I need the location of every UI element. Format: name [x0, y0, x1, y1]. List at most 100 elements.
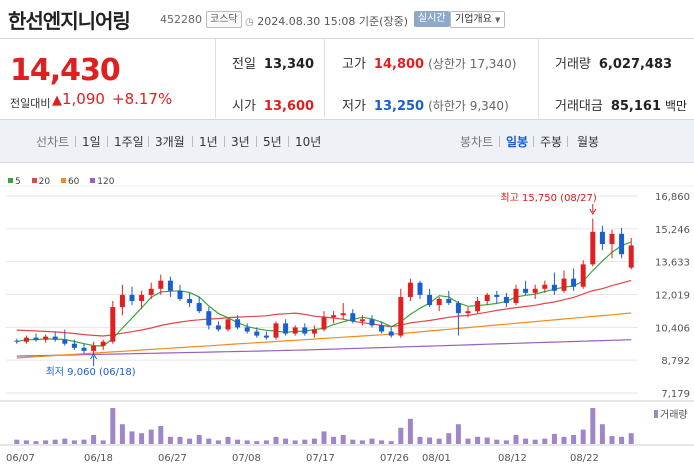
candle-body — [292, 327, 298, 334]
x-tick-label: 08/22 — [570, 453, 599, 464]
volume-bar — [350, 439, 356, 444]
candle-body — [369, 319, 375, 326]
volume-bar — [110, 408, 116, 444]
volume-bar — [628, 433, 634, 444]
candle-body — [609, 233, 615, 245]
volume-bar — [427, 437, 433, 444]
candlestick-chart[interactable]: 16,860 15,246 13,633 12,019 10,406 8,792 7,179… — [0, 0, 694, 473]
volume-bar — [446, 433, 452, 444]
volume-bar — [62, 438, 68, 444]
volume-bar — [254, 441, 260, 444]
volume-bar — [590, 408, 596, 444]
volume-bar — [119, 424, 125, 444]
candle-body — [379, 325, 385, 332]
volume-bar — [523, 438, 529, 444]
chart-grid — [0, 185, 694, 446]
volume-bar — [206, 438, 212, 444]
candle-body — [100, 341, 106, 346]
candle-body — [81, 347, 87, 351]
candle-body — [417, 282, 423, 295]
volume-bar — [599, 424, 605, 444]
x-tick-label: 07/26 — [380, 453, 409, 464]
volume-bar — [436, 438, 442, 444]
low-annotation: 최저 9,060 (06/18) — [46, 366, 136, 378]
candle-body — [340, 313, 346, 316]
volume-bar — [177, 436, 183, 444]
volume-bar — [379, 440, 385, 444]
volume-bar — [331, 436, 337, 444]
candle-body — [551, 284, 557, 291]
candle-body — [52, 336, 58, 340]
candle-body — [177, 290, 183, 299]
candle-body — [263, 335, 269, 338]
candle-body — [590, 231, 596, 265]
candle-body — [561, 278, 567, 291]
candle-body — [167, 280, 173, 291]
high-annotation: 최고 15,750 (08/27) — [500, 192, 596, 204]
volume-bar — [100, 440, 106, 444]
volume-bar — [503, 440, 509, 444]
volume-legend-label: 거래량 — [660, 409, 688, 421]
candle-body — [62, 339, 68, 344]
y-tick-label: 13,633 — [655, 258, 690, 269]
candle-body — [215, 325, 221, 330]
volume-bar — [158, 426, 164, 444]
volume-bar — [292, 440, 298, 444]
candle-body — [513, 288, 519, 304]
candle-body — [302, 327, 308, 334]
candle-body — [350, 313, 356, 322]
volume-bar — [187, 438, 193, 444]
y-axis-labels: 16,860 15,246 13,633 12,019 10,406 8,792 7,179 — [655, 192, 690, 400]
volume-bar — [494, 439, 500, 444]
volume-bar — [263, 440, 269, 444]
candle-body — [359, 319, 365, 322]
candle-body — [599, 231, 605, 245]
candle-body — [206, 311, 212, 326]
candle-body — [571, 278, 577, 287]
candle-body — [119, 294, 125, 308]
candle-body — [321, 317, 327, 330]
volume-bar — [369, 438, 375, 444]
candle-body — [71, 343, 77, 348]
y-tick-label: 15,246 — [655, 225, 690, 236]
volume-bar — [455, 424, 461, 444]
volume-bar — [148, 429, 154, 444]
candle-body — [542, 284, 548, 289]
candle-body — [110, 307, 116, 342]
candle-body — [427, 294, 433, 306]
volume-bar — [484, 437, 490, 444]
volume-bar — [619, 436, 625, 444]
x-tick-label: 08/12 — [498, 453, 527, 464]
volume-bar — [91, 435, 97, 444]
y-tick-label: 16,860 — [655, 192, 690, 203]
volume-bar — [398, 427, 404, 444]
candle-body — [23, 337, 29, 342]
y-tick-label: 12,019 — [655, 291, 690, 302]
volume-bar — [465, 438, 471, 444]
candle-body — [475, 301, 481, 312]
candle-body — [148, 288, 154, 295]
volume-bar — [23, 440, 29, 444]
volume-bar — [417, 436, 423, 444]
x-tick-label: 07/08 — [232, 453, 261, 464]
volume-bars: 거래량 — [14, 408, 688, 444]
volume-bar — [33, 441, 39, 444]
volume-bar — [475, 436, 481, 444]
volume-bar — [225, 436, 231, 444]
candles — [14, 218, 634, 355]
moving-averages — [16, 241, 632, 359]
x-tick-label: 06/27 — [158, 453, 187, 464]
candle-body — [331, 315, 337, 318]
candle-body — [465, 311, 471, 314]
candle-body — [254, 331, 260, 336]
volume-bar — [273, 436, 279, 444]
volume-bar — [43, 440, 49, 444]
volume-bar — [532, 439, 538, 444]
candle-body — [129, 294, 135, 302]
candle-body — [91, 345, 97, 351]
candle-body — [235, 319, 241, 328]
candle-body — [14, 340, 20, 342]
x-tick-label: 06/07 — [6, 453, 35, 464]
volume-bar — [235, 439, 241, 444]
x-axis-labels: 06/07 06/18 06/27 07/08 07/17 07/26 08/01 08/12… — [6, 453, 599, 464]
